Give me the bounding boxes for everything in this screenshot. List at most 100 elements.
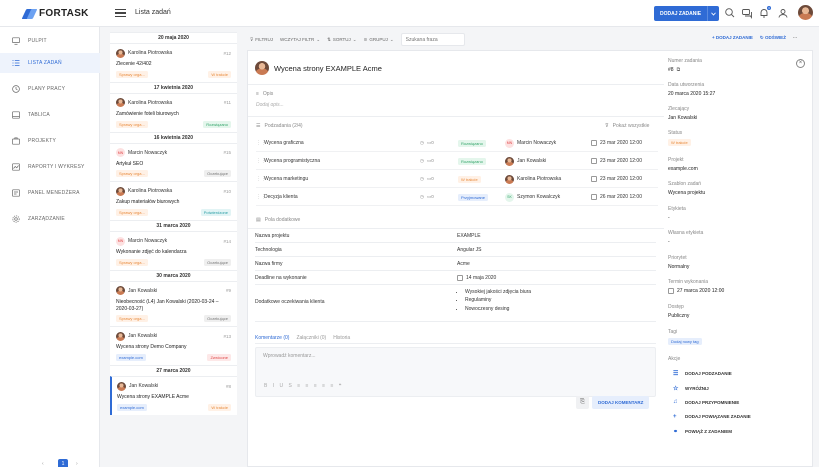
comment-input[interactable]: Wprowadź komentarz... (263, 353, 316, 359)
project-tag: Sprawy orga... (116, 315, 148, 323)
sidebar-item-projects[interactable]: PROJEKTY (0, 131, 100, 151)
field-value[interactable]: EXAMPLE (457, 233, 481, 239)
subtask-row[interactable]: ⋮⋮ Wycena programistyczna ◷ ▭0 Rozwiązano… (256, 153, 658, 170)
sidebar-item-reports[interactable]: RAPORTY I WYKRESY (0, 157, 100, 177)
assignee-name: Marcin Nowaczyk (517, 140, 557, 146)
highlight-button[interactable]: ☆ WYRÓŻNIJ (673, 385, 709, 392)
plus-icon: + (673, 413, 677, 420)
task-number: #11 (223, 100, 231, 106)
reporter-prop-value[interactable]: Jan Kowalski (668, 115, 697, 121)
due-prop-value[interactable]: 27 marca 2020 12:00 (677, 288, 724, 294)
assignee-name: Jan Kowalski (517, 158, 547, 164)
avatar (116, 48, 125, 58)
sidebar-item-work-plans[interactable]: PLANY PRACY (0, 79, 100, 99)
drag-handle-icon[interactable]: ⋮⋮ (256, 158, 266, 164)
extra-field-row: Technologia Angular JS (255, 243, 656, 257)
own-label-prop-value[interactable]: - (668, 239, 670, 245)
sidebar-item-manager-panel[interactable]: PANEL MENEDŻERA (0, 183, 100, 203)
menu-toggle-icon[interactable] (115, 9, 126, 17)
show-all-link[interactable]: ⊽ Pokaż wszystkie (605, 123, 649, 129)
attachment-icon[interactable]: ⎘ (576, 396, 589, 409)
add-task-link[interactable]: + DODAJ ZADANIE (712, 35, 753, 41)
user-settings-icon[interactable] (777, 7, 789, 19)
priority-prop-value[interactable]: Normalny (668, 264, 689, 270)
load-filter-button[interactable]: WCZYTAJ FILTR ⌄ (280, 37, 320, 43)
avatar (117, 381, 126, 391)
next-page-icon[interactable]: › (76, 461, 78, 467)
drag-handle-icon[interactable]: ⋮⋮ (256, 176, 266, 182)
task-number-prop-value: #8 (668, 67, 674, 73)
tab-attachments[interactable]: Załączniki (0) (296, 335, 326, 341)
refresh-button[interactable]: ↻ ODŚWIEŻ (760, 35, 786, 41)
sidebar-item-task-list[interactable]: LISTA ZADAŃ (0, 53, 100, 73)
add-tag-button[interactable]: Dodaj nowy tag (668, 338, 702, 345)
task-card[interactable]: Karolina Piotrowska #12 Zlecenie 42/402 S… (110, 43, 237, 82)
subtask-row[interactable]: ⋮⋮ Wycena marketingu ◷ ▭0 W trakcie Karol… (256, 171, 658, 188)
template-prop-value[interactable]: Wycena projektu (668, 190, 705, 196)
task-card[interactable]: Jan Kowalski #13 Wycena strony Demo Compa… (110, 326, 237, 365)
chevron-down-icon[interactable] (707, 6, 719, 21)
task-card[interactable]: MN Marcin Nowaczyk #15 Artykuł SEO Sprawy … (110, 142, 237, 182)
divider (248, 84, 664, 85)
access-prop-value[interactable]: Publiczny (668, 313, 689, 319)
task-card[interactable]: Karolina Piotrowska #11 Zamówienie foteli… (110, 92, 237, 132)
notification-badge: 3 (767, 6, 771, 10)
sidebar-item-board[interactable]: TABLICA (0, 105, 100, 125)
more-options-icon[interactable]: ··· (793, 35, 798, 41)
description-label-text: Opis (262, 91, 274, 97)
drag-handle-icon[interactable]: ⋮⋮ (256, 140, 266, 146)
subtask-meta: ◷ ▭0 (420, 158, 458, 164)
project-prop-value[interactable]: example.com (668, 166, 698, 172)
sidebar-item-label: TABLICA (28, 112, 50, 118)
add-related-task-button[interactable]: + DODAJ POWIĄZANE ZADANIE (673, 414, 751, 420)
subtask-row[interactable]: ⋮⋮ Decyzja klienta ◷ ▭0 Przyjmowane SK Szy… (256, 189, 658, 206)
add-reminder-button[interactable]: ♫ DODAJ PRZYPOMNIENIE (673, 399, 739, 405)
extra-field-row: Dodatkowe oczekiwania klienta Wysokiej j… (255, 284, 656, 322)
user-avatar[interactable] (798, 5, 813, 20)
comment-editor[interactable]: Wprowadź komentarz... B I U S ≡ ≡ ≡ ≡ ≡ … (255, 347, 656, 397)
field-value-text: Acme (457, 261, 470, 267)
task-card[interactable]: MN Marcin Nowaczyk #14 Wykonanie zdjęć do … (110, 231, 237, 270)
search-input[interactable] (400, 33, 465, 46)
subtask-row[interactable]: ⋮⋮ Wycena graficzna ◷ ▭0 Rozwiązano MN Mar… (256, 135, 658, 152)
page-current[interactable]: 1 (58, 459, 68, 467)
copy-icon[interactable]: ⧉ (677, 67, 681, 73)
editor-toolbar[interactable]: B I U S ≡ ≡ ≡ ≡ ≡ ❝ (264, 383, 343, 389)
calendar-icon (591, 158, 597, 164)
task-card[interactable]: Jan Kowalski #8 Wycena strony EXAMPLE Acm… (110, 376, 237, 415)
prev-page-icon[interactable]: ‹ (42, 461, 44, 467)
add-comment-button[interactable]: DODAJ KOMENTARZ (592, 396, 650, 409)
reporter-prop-label: Zlecający (668, 106, 690, 112)
field-key: Dodatkowe oczekiwania klienta (255, 299, 325, 305)
actions-label: Akcje (668, 356, 680, 362)
search-icon[interactable] (724, 7, 736, 19)
task-card[interactable]: Jan Kowalski #9 Nieobecność (L4) Jan Kowa… (110, 280, 237, 327)
chevron-down-icon: ⌄ (316, 36, 321, 42)
project-tag: Sprawy orga... (116, 258, 148, 266)
sidebar-item-management[interactable]: ZARZĄDZANIE (0, 209, 100, 229)
close-icon[interactable]: × (796, 59, 805, 68)
sort-button[interactable]: ⇅ SORTUJ ⌄ (327, 37, 356, 43)
label-prop-value[interactable]: - (668, 215, 670, 221)
sidebar-item-pulpit[interactable]: PULPIT (0, 31, 100, 51)
bell-icon[interactable]: 3 (758, 6, 771, 19)
field-value[interactable]: 14 maja 2020 (457, 275, 496, 281)
add-subtask-button[interactable]: ☰ DODAJ PODZADANIE (673, 370, 732, 377)
task-title[interactable]: Wycena strony EXAMPLE Acme (274, 64, 382, 73)
field-value[interactable]: Angular JS (457, 247, 481, 253)
link-task-button[interactable]: ⚭ POWIĄŻ Z ZADANIEM (673, 428, 732, 435)
description-input[interactable]: Dodaj opis... (256, 102, 284, 108)
field-value[interactable]: Acme (457, 261, 470, 267)
due-date: 23 mar 2020 12:00 (600, 158, 642, 164)
status-badge[interactable]: W trakcie (668, 139, 691, 146)
chat-icon[interactable] (741, 7, 753, 19)
tab-history[interactable]: Historia (333, 335, 350, 341)
filter-button[interactable]: ⊽ FILTRUJ (250, 37, 273, 43)
tab-comments[interactable]: Komentarze (0) (255, 335, 289, 341)
add-task-button[interactable]: DODAJ ZADANIE (654, 6, 720, 21)
drag-handle-icon[interactable]: ⋮⋮ (256, 194, 266, 200)
logo-icon (21, 8, 38, 19)
task-card[interactable]: Karolina Piotrowska #10 Zakup materiałów … (110, 181, 237, 220)
group-button[interactable]: ≋ GRUPUJ ⌄ (364, 37, 394, 43)
brand-logo[interactable]: FORTASK (21, 8, 89, 19)
